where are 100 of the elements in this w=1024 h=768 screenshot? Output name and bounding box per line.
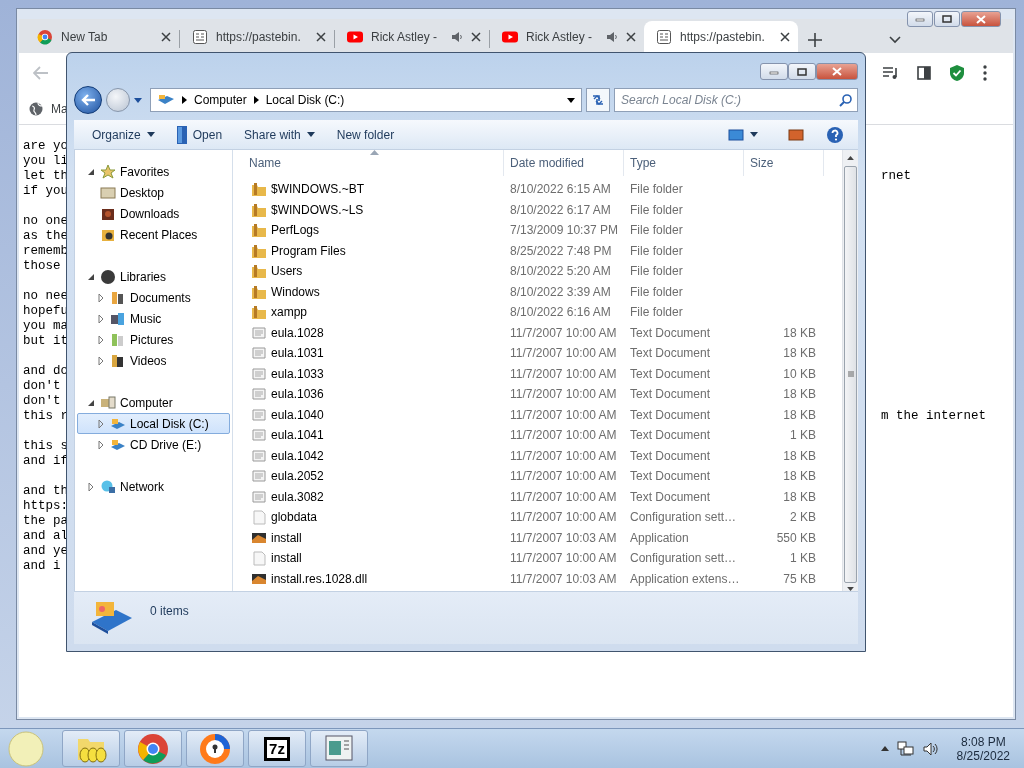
close-icon[interactable] <box>316 32 326 42</box>
collapsed-arrow-icon[interactable] <box>96 334 106 345</box>
nav-item-label: Music <box>130 311 162 326</box>
file-name[interactable]: install.res.1028.dll <box>271 571 368 586</box>
minimize-button[interactable] <box>760 63 788 80</box>
file-name[interactable]: eula.1033 <box>271 366 324 381</box>
menu-button[interactable]: Share with <box>236 124 323 145</box>
column-header[interactable]: Size <box>744 150 824 176</box>
nav-item[interactable]: Network <box>77 476 230 497</box>
file-name[interactable]: install <box>271 530 302 545</box>
preview-pane-icon[interactable] <box>788 128 804 141</box>
restore-button[interactable] <box>934 11 960 27</box>
media-icon[interactable] <box>883 66 899 80</box>
nav-item[interactable]: Videos <box>77 350 230 371</box>
taskbar-button[interactable] <box>186 730 244 767</box>
file-name[interactable]: eula.1036 <box>271 387 324 402</box>
file-name[interactable]: eula.3082 <box>271 489 324 504</box>
refresh-button[interactable] <box>586 88 610 112</box>
file-name[interactable]: Users <box>271 264 303 279</box>
browser-tab[interactable]: Rick Astley - <box>490 21 644 53</box>
nav-item[interactable]: Pictures <box>77 329 230 350</box>
file-name[interactable]: install <box>271 551 302 566</box>
file-icon <box>251 509 267 526</box>
collapsed-arrow-icon[interactable] <box>96 313 106 324</box>
play-icon <box>502 29 518 45</box>
caret-icon[interactable] <box>567 97 575 103</box>
minimize-button[interactable] <box>907 11 933 27</box>
side-panel-icon[interactable] <box>917 66 931 80</box>
file-name[interactable]: Program Files <box>271 243 346 258</box>
nav-item[interactable]: Recent Places <box>77 224 230 245</box>
close-icon[interactable] <box>780 32 790 42</box>
browser-tab[interactable]: New Tab <box>25 21 179 53</box>
breadcrumb-item[interactable]: Computer <box>194 93 247 107</box>
collapsed-arrow-icon[interactable] <box>96 439 106 450</box>
close-icon[interactable] <box>471 32 481 42</box>
nav-item[interactable]: Libraries <box>77 266 230 287</box>
file-name[interactable]: PerfLogs <box>271 223 320 238</box>
speaker-icon[interactable] <box>606 31 618 43</box>
scrollbar[interactable] <box>842 150 858 591</box>
collapsed-arrow-icon[interactable] <box>96 292 106 303</box>
column-header[interactable]: Date modified <box>504 150 624 176</box>
chevron-down-icon[interactable] <box>889 36 901 44</box>
back-button[interactable] <box>74 86 102 114</box>
file-name[interactable]: eula.1040 <box>271 407 324 422</box>
nav-item[interactable]: Desktop <box>77 182 230 203</box>
close-icon[interactable] <box>161 32 171 42</box>
clock-date[interactable]: 8/25/2022 <box>956 748 1010 763</box>
taskbar-button[interactable] <box>310 730 368 767</box>
plus-icon[interactable] <box>808 33 822 47</box>
menu-icon[interactable] <box>983 65 987 81</box>
taskbar-button[interactable]: 7z <box>248 730 306 767</box>
taskbar-button[interactable] <box>124 730 182 767</box>
file-name[interactable]: $WINDOWS.~LS <box>271 202 364 217</box>
toolbar-button[interactable]: Open <box>168 122 231 147</box>
search-field[interactable]: Search Local Disk (C:) <box>614 88 858 112</box>
taskbar-button[interactable] <box>62 730 120 767</box>
browser-tab[interactable]: https://pastebin. <box>180 21 334 53</box>
text-line: rnet <box>881 169 911 184</box>
date-cell-text: 11/7/2007 10:00 AM <box>509 510 618 525</box>
close-button[interactable] <box>816 63 858 80</box>
nav-item[interactable]: Favorites <box>77 161 230 182</box>
collapsed-arrow-icon[interactable] <box>96 355 106 366</box>
file-name[interactable]: xampp <box>271 305 308 320</box>
nav-item[interactable]: Documents <box>77 287 230 308</box>
menu-button[interactable]: Organize <box>84 124 163 145</box>
column-header[interactable]: Type <box>624 150 744 176</box>
browser-tab[interactable]: https://pastebin. <box>644 21 798 53</box>
nav-item[interactable]: Computer <box>77 392 230 413</box>
nav-item[interactable]: CD Drive (E:) <box>77 434 230 455</box>
show-hidden-icon[interactable] <box>880 746 889 751</box>
address-bar[interactable]: Computer Local Disk (C:) <box>150 88 582 112</box>
collapsed-arrow-icon[interactable] <box>96 418 106 429</box>
nav-item[interactable]: Local Disk (C:) <box>77 413 230 434</box>
shield-icon[interactable] <box>949 64 965 82</box>
network-icon[interactable] <box>896 740 915 757</box>
text-line: https: <box>23 499 68 514</box>
help-icon[interactable] <box>826 125 844 144</box>
file-name[interactable]: eula.1028 <box>271 325 324 340</box>
file-name[interactable]: globdata <box>271 510 318 525</box>
nav-item-label: Favorites <box>120 164 170 179</box>
file-name[interactable]: Windows <box>271 284 320 299</box>
toolbar-button[interactable]: New folder <box>328 124 403 145</box>
nav-item[interactable]: Music <box>77 308 230 329</box>
item-count: 0 items <box>150 604 189 618</box>
browser-tab[interactable]: Rick Astley - <box>335 21 489 53</box>
close-button[interactable] <box>961 11 1001 27</box>
type-cell-text: Text Document <box>629 489 712 504</box>
file-name[interactable]: eula.2052 <box>271 469 324 484</box>
nav-item[interactable]: Downloads <box>77 203 230 224</box>
breadcrumb-item[interactable]: Local Disk (C:) <box>265 93 345 107</box>
collapsed-arrow-icon[interactable] <box>86 481 96 492</box>
file-name[interactable]: eula.1042 <box>271 448 324 463</box>
close-icon[interactable] <box>626 32 636 42</box>
file-name[interactable]: eula.1041 <box>271 428 324 443</box>
speaker-icon[interactable] <box>451 31 463 43</box>
volume-icon[interactable] <box>922 741 939 756</box>
restore-button[interactable] <box>788 63 816 80</box>
file-name[interactable]: $WINDOWS.~BT <box>271 182 364 197</box>
clock-time[interactable]: 8:08 PM <box>960 734 1006 749</box>
file-name[interactable]: eula.1031 <box>271 346 324 361</box>
